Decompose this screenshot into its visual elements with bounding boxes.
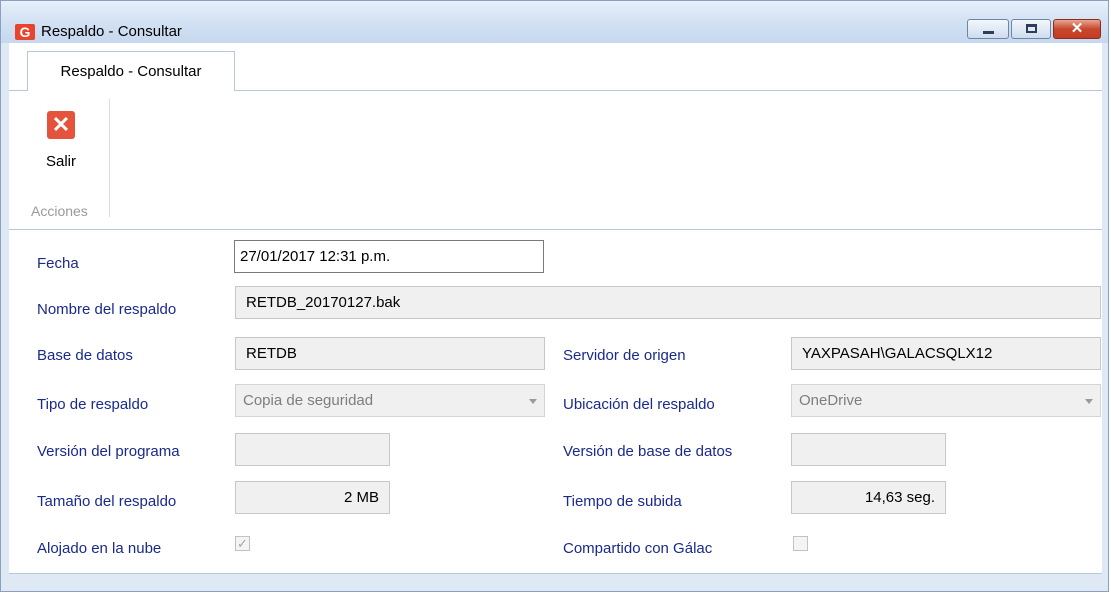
form-panel: Fecha 27/01/2017 12:31 p.m. Nombre del r… <box>9 230 1102 574</box>
maximize-icon <box>1026 24 1037 33</box>
ubicacion-respaldo-select[interactable]: OneDrive <box>791 384 1101 417</box>
servidor-origen-label: Servidor de origen <box>563 347 686 364</box>
minimize-button[interactable] <box>967 19 1009 39</box>
tab-strip: Respaldo - Consultar <box>9 43 1102 92</box>
tiempo-subida-label: Tiempo de subida <box>563 493 682 510</box>
salir-button[interactable]: ✕ Salir <box>33 105 93 185</box>
close-x-icon: ✕ <box>47 111 75 139</box>
ribbon: ✕ Salir Acciones <box>9 91 1102 230</box>
nombre-respaldo-field[interactable]: RETDB_20170127.bak <box>235 286 1101 319</box>
tamano-respaldo-label: Tamaño del respaldo <box>37 493 177 510</box>
title-bar[interactable]: G Respaldo - Consultar ✕ <box>1 1 1108 43</box>
app-logo-icon: G <box>15 24 35 40</box>
tipo-respaldo-value: Copia de seguridad <box>243 392 374 409</box>
base-datos-field[interactable]: RETDB <box>235 337 545 370</box>
close-icon: ✕ <box>1070 20 1084 37</box>
minimize-icon <box>983 31 994 34</box>
maximize-button[interactable] <box>1011 19 1051 39</box>
compartido-galac-label: Compartido con Gálac <box>563 540 713 557</box>
app-window: G Respaldo - Consultar ✕ Respaldo - Cons… <box>0 0 1109 592</box>
tipo-respaldo-select[interactable]: Copia de seguridad <box>235 384 545 417</box>
ribbon-group-label: Acciones <box>31 203 88 219</box>
window-bottom-frame <box>9 574 1102 591</box>
chevron-down-icon <box>1085 399 1093 404</box>
salir-label: Salir <box>45 153 76 170</box>
version-programa-field[interactable] <box>235 433 390 466</box>
fecha-label: Fecha <box>37 255 79 272</box>
window-title: Respaldo - Consultar <box>41 23 182 40</box>
chevron-down-icon <box>529 399 537 404</box>
version-programa-label: Versión del programa <box>37 443 180 460</box>
alojado-nube-checkbox[interactable]: ✓ <box>235 536 250 551</box>
tipo-respaldo-label: Tipo de respaldo <box>37 396 149 413</box>
ribbon-group-divider <box>109 99 110 217</box>
alojado-nube-label: Alojado en la nube <box>37 540 162 557</box>
tamano-respaldo-field[interactable]: 2 MB <box>235 481 390 514</box>
fecha-field[interactable]: 27/01/2017 12:31 p.m. <box>234 240 544 273</box>
close-window-button[interactable]: ✕ <box>1053 19 1101 39</box>
checkmark-icon: ✓ <box>237 536 248 551</box>
base-datos-label: Base de datos <box>37 347 133 364</box>
tab-respaldo-consultar[interactable]: Respaldo - Consultar <box>27 51 235 92</box>
tiempo-subida-field[interactable]: 14,63 seg. <box>791 481 946 514</box>
version-bd-field[interactable] <box>791 433 946 466</box>
version-bd-label: Versión de base de datos <box>563 443 733 460</box>
compartido-galac-checkbox[interactable] <box>793 536 808 551</box>
nombre-respaldo-label: Nombre del respaldo <box>37 301 177 318</box>
ubicacion-respaldo-value: OneDrive <box>799 392 863 409</box>
ubicacion-respaldo-label: Ubicación del respaldo <box>563 396 715 413</box>
servidor-origen-field[interactable]: YAXPASAH\GALACSQLX12 <box>791 337 1101 370</box>
